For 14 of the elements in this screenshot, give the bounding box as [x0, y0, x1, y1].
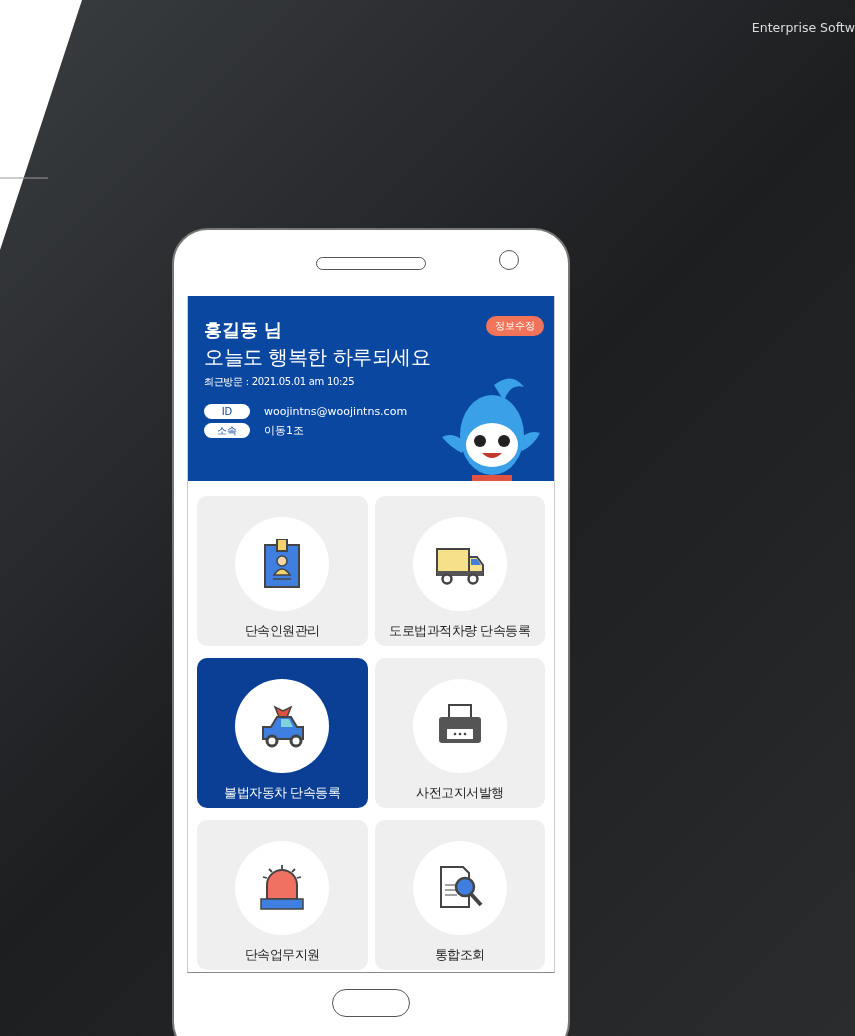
- menu-tile[interactable]: 통합조회: [374, 820, 545, 970]
- menu-tile[interactable]: 단속업무지원: [197, 820, 368, 970]
- last-visit: 최근방문 : 2021.05.01 am 10:25: [204, 375, 356, 389]
- field-label: 소속: [204, 423, 250, 438]
- header-text: Enterprise Softw: [751, 20, 855, 35]
- field-value: woojintns@woojintns.com: [264, 405, 408, 418]
- menu-tile[interactable]: 불법자동차 단속등록: [197, 658, 368, 808]
- greeting: 오늘도 행복한 하루되세요: [204, 344, 432, 371]
- field-label: ID: [204, 404, 250, 419]
- field-value: 이동1조: [264, 423, 304, 438]
- menu-tile[interactable]: 도로법과적차량 단속등록: [374, 496, 545, 646]
- user-name: 홍길동 님: [204, 318, 283, 342]
- menu-tile[interactable]: 단속인원관리: [197, 496, 368, 646]
- menu-tile[interactable]: 사전고지서발행: [374, 658, 545, 808]
